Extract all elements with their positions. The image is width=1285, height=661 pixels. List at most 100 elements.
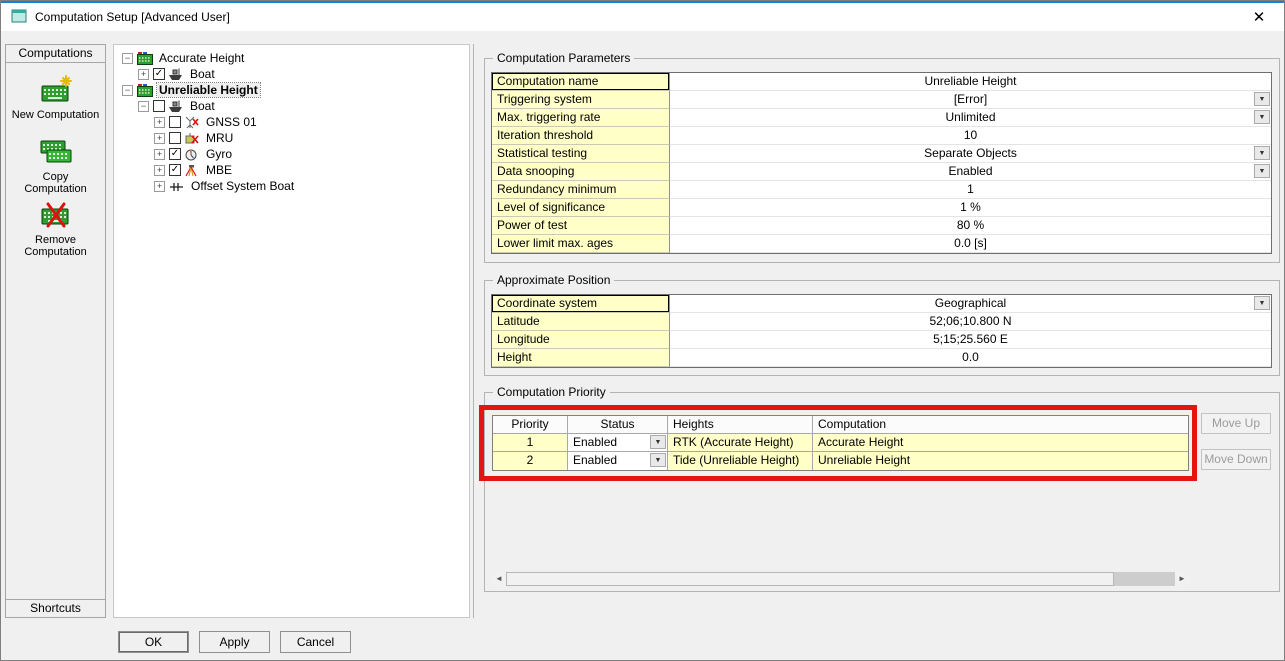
param-row-level-of-significance: Level of significance 1 % (492, 199, 1271, 217)
checkbox-checked[interactable]: ✓ (153, 68, 165, 80)
remove-computation-button[interactable]: Remove Computation (6, 200, 105, 258)
expander-icon[interactable]: − (122, 53, 133, 64)
expander-icon[interactable]: + (154, 165, 165, 176)
param-label: Statistical testing (492, 145, 670, 163)
tree-item-label: MBE (204, 163, 234, 177)
checkbox-unchecked[interactable] (169, 132, 181, 144)
priority-table: Priority Status Heights Computation 1 En… (492, 415, 1189, 471)
param-row-iteration-threshold: Iteration threshold 10 (492, 127, 1271, 145)
expander-icon[interactable]: + (154, 149, 165, 160)
window-title: Computation Setup [Advanced User] (35, 10, 230, 24)
panel-divider (473, 44, 474, 618)
new-computation-button[interactable]: New Computation (6, 75, 105, 121)
param-label: Computation name (492, 73, 670, 91)
position-value[interactable]: 52;06;10.800 N (670, 313, 1271, 331)
scroll-left-icon[interactable]: ◄ (492, 572, 506, 586)
param-value[interactable]: 0.0 [s] (670, 235, 1271, 253)
param-value[interactable]: 10 (670, 127, 1271, 145)
copy-computation-label: Copy Computation (11, 171, 101, 195)
remove-computation-icon (39, 219, 73, 233)
tree-item-unreliable-height[interactable]: − Unreliable Height (116, 82, 467, 98)
param-value[interactable]: 1 % (670, 199, 1271, 217)
cancel-button[interactable]: Cancel (280, 631, 351, 653)
dropdown-arrow-icon[interactable]: ▼ (1254, 164, 1270, 178)
sidebar: Computations New Computation (5, 44, 106, 618)
status-combobox[interactable]: Enabled▼ (568, 434, 668, 452)
checkbox-checked[interactable]: ✓ (169, 164, 181, 176)
dropdown-arrow-icon[interactable]: ▼ (650, 435, 666, 449)
tab-computations[interactable]: Computations (5, 44, 106, 63)
param-value[interactable]: Unreliable Height (670, 73, 1271, 91)
scrollbar-thumb[interactable] (506, 572, 1114, 586)
position-row-latitude: Latitude 52;06;10.800 N (492, 313, 1271, 331)
heights-cell: RTK (Accurate Height) (668, 434, 813, 452)
checkbox-unchecked[interactable] (153, 100, 165, 112)
move-up-button[interactable]: Move Up (1201, 413, 1271, 434)
close-icon[interactable]: ✕ (1244, 8, 1274, 26)
tree-item-offset-system-boat[interactable]: + Offset System Boat (116, 178, 467, 194)
status-combobox[interactable]: Enabled▼ (568, 452, 668, 470)
checkbox-checked[interactable]: ✓ (169, 148, 181, 160)
position-value[interactable]: 0.0 (670, 349, 1271, 367)
ok-button[interactable]: OK (118, 631, 189, 653)
position-label: Coordinate system (492, 295, 670, 313)
position-label: Latitude (492, 313, 670, 331)
checkbox-unchecked[interactable] (169, 116, 181, 128)
param-value-combo[interactable]: [Error]▼ (670, 91, 1271, 109)
tree-item-boat-accurate[interactable]: + ✓ Boat (116, 66, 467, 82)
param-label: Triggering system (492, 91, 670, 109)
mbe-icon (184, 164, 200, 177)
dropdown-arrow-icon[interactable]: ▼ (1254, 110, 1270, 124)
apply-button[interactable]: Apply (199, 631, 270, 653)
tree-item-mbe[interactable]: + ✓ MBE (116, 162, 467, 178)
priority-row-2[interactable]: 2 Enabled▼ Tide (Unreliable Height) Unre… (493, 452, 1188, 470)
param-row-lower-limit-max-ages: Lower limit max. ages 0.0 [s] (492, 235, 1271, 253)
dropdown-arrow-icon[interactable]: ▼ (1254, 296, 1270, 310)
tree-item-gyro[interactable]: + ✓ Gyro (116, 146, 467, 162)
parameters-grid: Computation name Unreliable Height Trigg… (491, 72, 1272, 254)
priority-row-1[interactable]: 1 Enabled▼ RTK (Accurate Height) Accurat… (493, 434, 1188, 452)
computation-cell: Accurate Height (813, 434, 1188, 452)
horizontal-scrollbar[interactable]: ◄ ► (492, 572, 1189, 586)
param-row-computation-name: Computation name Unreliable Height (492, 73, 1271, 91)
scroll-right-icon[interactable]: ► (1175, 572, 1189, 586)
dropdown-arrow-icon[interactable]: ▼ (1254, 146, 1270, 160)
param-value[interactable]: 80 % (670, 217, 1271, 235)
param-value-combo[interactable]: Enabled▼ (670, 163, 1271, 181)
param-value-combo[interactable]: Unlimited▼ (670, 109, 1271, 127)
expander-icon[interactable]: + (138, 69, 149, 80)
new-computation-label: New Computation (11, 109, 101, 121)
expander-icon[interactable]: + (154, 117, 165, 128)
column-header-heights: Heights (668, 416, 813, 434)
expander-icon[interactable]: − (122, 85, 133, 96)
param-value[interactable]: 1 (670, 181, 1271, 199)
computation-icon (137, 52, 153, 65)
move-down-button[interactable]: Move Down (1201, 449, 1271, 470)
approximate-position-title: Approximate Position (493, 273, 614, 287)
position-row-height: Height 0.0 (492, 349, 1271, 367)
expander-icon[interactable]: + (154, 133, 165, 144)
tab-shortcuts[interactable]: Shortcuts (5, 599, 106, 618)
dropdown-arrow-icon[interactable]: ▼ (650, 453, 666, 467)
position-value-combo[interactable]: Geographical▼ (670, 295, 1271, 313)
param-row-redundancy-minimum: Redundancy minimum 1 (492, 181, 1271, 199)
tree-item-boat-unreliable[interactable]: − Boat (116, 98, 467, 114)
param-value-combo[interactable]: Separate Objects▼ (670, 145, 1271, 163)
boat-icon (168, 68, 184, 81)
param-row-triggering-system: Triggering system [Error]▼ (492, 91, 1271, 109)
boat-icon (168, 100, 184, 113)
remove-computation-label: Remove Computation (11, 234, 101, 258)
expander-icon[interactable]: + (154, 181, 165, 192)
tree-item-accurate-height[interactable]: − Accurate Height (116, 50, 467, 66)
tree-item-label: Gyro (204, 147, 234, 161)
computation-cell: Unreliable Height (813, 452, 1188, 470)
copy-computation-button[interactable]: Copy Computation (6, 137, 105, 195)
dropdown-arrow-icon[interactable]: ▼ (1254, 92, 1270, 106)
priority-header-row: Priority Status Heights Computation (493, 416, 1188, 434)
tree-item-mru[interactable]: + MRU (116, 130, 467, 146)
expander-icon[interactable]: − (138, 101, 149, 112)
tree-item-gnss-01[interactable]: + GNSS 01 (116, 114, 467, 130)
position-label: Height (492, 349, 670, 367)
position-value[interactable]: 5;15;25.560 E (670, 331, 1271, 349)
position-row-coordinate-system: Coordinate system Geographical▼ (492, 295, 1271, 313)
